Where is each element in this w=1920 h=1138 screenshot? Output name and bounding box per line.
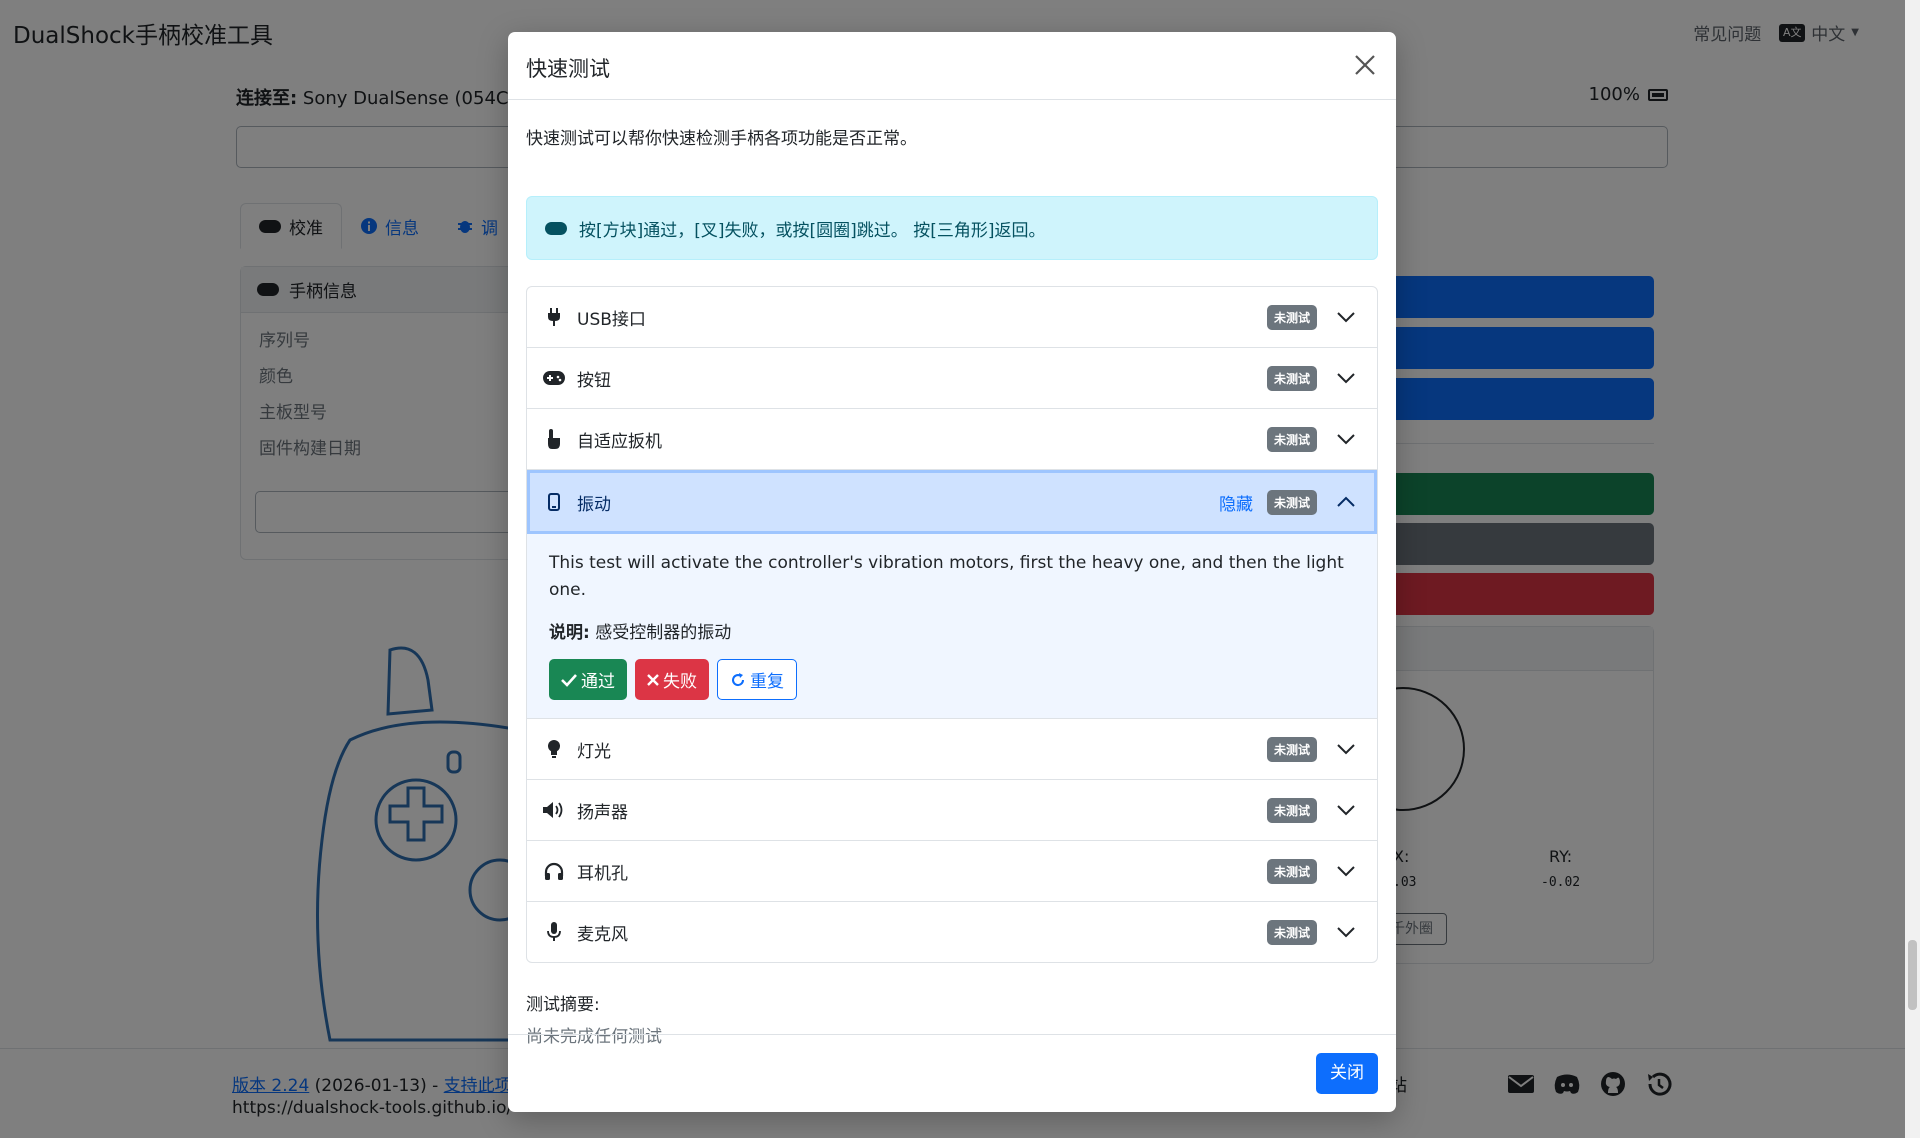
test-label: 振动 bbox=[577, 494, 611, 515]
test-header-microphone[interactable]: 麦克风 未测试 bbox=[527, 902, 1377, 962]
fail-label: 失败 bbox=[663, 672, 697, 692]
status-badge: 未测试 bbox=[1266, 426, 1317, 452]
test-item-buttons: 按钮 未测试 bbox=[527, 347, 1377, 408]
scrollbar[interactable] bbox=[1905, 0, 1920, 1138]
microphone-icon bbox=[543, 922, 565, 942]
test-label: 耳机孔 bbox=[577, 863, 628, 884]
hand-pointer-icon bbox=[543, 429, 565, 449]
chevron-down-icon bbox=[1337, 744, 1355, 755]
status-badge: 未测试 bbox=[1266, 919, 1317, 945]
plug-icon bbox=[543, 308, 565, 326]
refresh-icon bbox=[732, 672, 745, 686]
modal-title: 快速测试 bbox=[526, 57, 610, 81]
quick-test-modal: 快速测试 快速测试可以帮你快速检测手柄各项功能是否正常。 按[方块]通过，[叉]… bbox=[508, 32, 1396, 1112]
test-accordion: USB接口 未测试 按钮 未测试 自适应扳机 未测试 振动 隐藏 未测试 Thi… bbox=[526, 286, 1378, 963]
test-header-speaker[interactable]: 扬声器 未测试 bbox=[527, 780, 1377, 840]
test-description: This test will activate the controller's… bbox=[549, 553, 1344, 600]
retry-label: 重复 bbox=[750, 672, 784, 692]
test-label: 扬声器 bbox=[577, 802, 628, 823]
status-badge: 未测试 bbox=[1266, 304, 1317, 330]
gamepad-icon bbox=[543, 371, 565, 385]
test-item-headphone-jack: 耳机孔 未测试 bbox=[527, 840, 1377, 901]
gamepad-icon bbox=[545, 221, 567, 235]
test-note: 说明: 感受控制器的振动 bbox=[549, 618, 1355, 643]
test-label: USB接口 bbox=[577, 309, 646, 330]
chevron-down-icon bbox=[1337, 805, 1355, 816]
status-badge: 未测试 bbox=[1266, 489, 1317, 515]
test-label: 按钮 bbox=[577, 370, 611, 391]
test-action-buttons: 通过 失败 重复 bbox=[549, 659, 1355, 700]
test-item-adaptive-trigger: 自适应扳机 未测试 bbox=[527, 408, 1377, 469]
test-item-microphone: 麦克风 未测试 bbox=[527, 901, 1377, 962]
test-body-vibration: This test will activate the controller's… bbox=[527, 534, 1377, 718]
test-header-headphone-jack[interactable]: 耳机孔 未测试 bbox=[527, 841, 1377, 901]
test-header-vibration[interactable]: 振动 隐藏 未测试 bbox=[527, 470, 1377, 534]
test-header-buttons[interactable]: 按钮 未测试 bbox=[527, 348, 1377, 408]
modal-header: 快速测试 bbox=[508, 32, 1396, 100]
phone-vibrate-icon bbox=[543, 493, 565, 511]
test-item-vibration: 振动 隐藏 未测试 This test will activate the co… bbox=[527, 469, 1377, 718]
lightbulb-icon bbox=[543, 739, 565, 759]
test-header-adaptive-trigger[interactable]: 自适应扳机 未测试 bbox=[527, 409, 1377, 469]
scroll-thumb[interactable] bbox=[1908, 940, 1917, 1010]
note-text: 感受控制器的振动 bbox=[589, 623, 732, 643]
test-item-speaker: 扬声器 未测试 bbox=[527, 779, 1377, 840]
modal-footer: 关闭 bbox=[508, 1034, 1396, 1112]
test-label: 麦克风 bbox=[577, 924, 628, 945]
test-header-usb[interactable]: USB接口 未测试 bbox=[527, 287, 1377, 347]
note-label: 说明: bbox=[549, 623, 590, 643]
status-badge: 未测试 bbox=[1266, 365, 1317, 391]
close-button[interactable]: 关闭 bbox=[1316, 1053, 1378, 1094]
pass-label: 通过 bbox=[581, 672, 615, 692]
test-header-lights[interactable]: 灯光 未测试 bbox=[527, 719, 1377, 779]
test-label: 自适应扳机 bbox=[577, 431, 662, 452]
hide-link[interactable]: 隐藏 bbox=[1219, 490, 1253, 515]
pass-button[interactable]: 通过 bbox=[549, 659, 627, 700]
status-badge: 未测试 bbox=[1266, 736, 1317, 762]
headphones-icon bbox=[543, 862, 565, 880]
test-item-usb: USB接口 未测试 bbox=[527, 287, 1377, 347]
x-icon bbox=[647, 673, 659, 686]
chevron-down-icon bbox=[1337, 312, 1355, 323]
summary-label: 测试摘要: bbox=[526, 995, 600, 1015]
fail-button[interactable]: 失败 bbox=[635, 659, 709, 700]
chevron-down-icon bbox=[1337, 927, 1355, 938]
chevron-down-icon bbox=[1337, 434, 1355, 445]
instruction-alert: 按[方块]通过，[叉]失败，或按[圆圈]跳过。 按[三角形]返回。 bbox=[526, 196, 1378, 260]
speaker-icon bbox=[543, 801, 565, 819]
check-icon bbox=[561, 673, 577, 687]
chevron-down-icon bbox=[1337, 373, 1355, 384]
status-badge: 未测试 bbox=[1266, 797, 1317, 823]
close-icon[interactable] bbox=[1352, 52, 1378, 78]
chevron-down-icon bbox=[1337, 866, 1355, 877]
alert-text: 按[方块]通过，[叉]失败，或按[圆圈]跳过。 按[三角形]返回。 bbox=[579, 220, 1046, 241]
modal-intro: 快速测试可以帮你快速检测手柄各项功能是否正常。 bbox=[526, 129, 917, 149]
test-label: 灯光 bbox=[577, 741, 611, 762]
retry-button[interactable]: 重复 bbox=[717, 659, 797, 700]
test-item-lights: 灯光 未测试 bbox=[527, 718, 1377, 779]
chevron-up-icon bbox=[1337, 496, 1355, 507]
status-badge: 未测试 bbox=[1266, 858, 1317, 884]
